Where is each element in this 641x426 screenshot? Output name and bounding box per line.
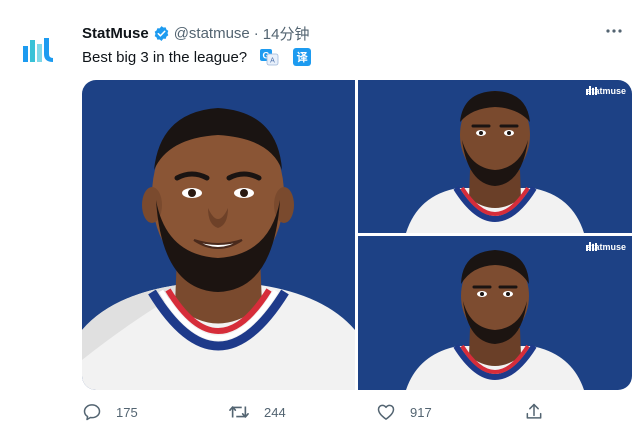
author-handle[interactable]: @statmuse	[174, 25, 250, 42]
statmuse-logo-icon	[586, 242, 598, 251]
reply-button[interactable]: 175	[82, 402, 138, 422]
avatar[interactable]	[18, 30, 58, 70]
like-button[interactable]: 917	[376, 402, 432, 422]
tweet-actions: 175 244 917	[82, 400, 562, 426]
heart-icon	[377, 404, 395, 420]
statmuse-watermark: statmuse	[586, 242, 626, 252]
separator-dot: ·	[253, 24, 259, 42]
reply-icon	[83, 404, 101, 421]
like-count: 917	[410, 404, 432, 420]
translate-icon[interactable]: G A	[259, 48, 279, 66]
more-options-icon[interactable]	[601, 20, 627, 42]
retweet-icon	[229, 406, 249, 418]
media-grid: statmuse statmuse	[82, 80, 632, 390]
retweet-button[interactable]: 244	[228, 402, 286, 422]
statmuse-logo-icon	[586, 86, 598, 95]
share-button[interactable]	[524, 402, 544, 422]
player-illustration-top-right[interactable]: statmuse	[358, 80, 632, 233]
statmuse-watermark: statmuse	[586, 86, 626, 96]
reply-count: 175	[116, 404, 138, 420]
player-illustration-bottom-right[interactable]: statmuse	[358, 236, 632, 390]
svg-text:A: A	[270, 58, 275, 65]
tweet-text: Best big 3 in the league?	[82, 48, 248, 66]
author-name[interactable]: StatMuse	[82, 25, 149, 42]
translate-badge[interactable]: 译	[293, 48, 312, 66]
verified-badge-icon	[153, 25, 170, 42]
tweet-header: StatMuse @statmuse · 14分钟	[82, 22, 621, 44]
share-icon	[526, 403, 542, 419]
timestamp[interactable]: 14分钟	[263, 23, 310, 44]
tweet-text-row: Best big 3 in the league? G A 译	[82, 46, 312, 68]
retweet-count: 244	[264, 404, 286, 420]
player-illustration-large[interactable]	[82, 80, 355, 390]
statmuse-logo-icon	[23, 38, 53, 62]
